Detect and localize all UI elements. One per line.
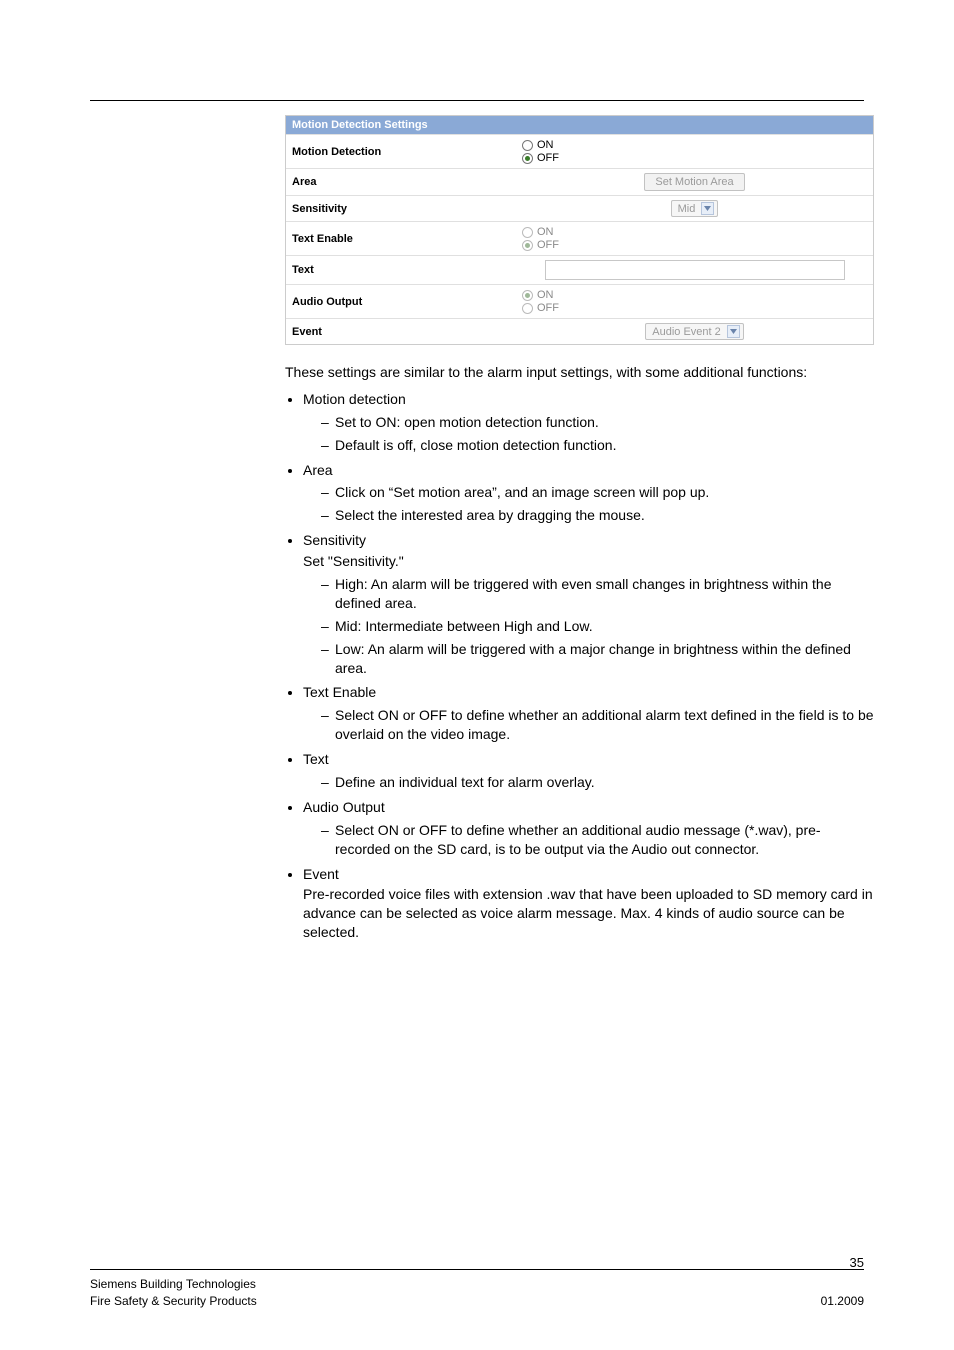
sub-bullet: Select the interested area by dragging t… [321,506,874,525]
row-motion-detection: Motion Detection ON OFF [286,134,873,168]
select-value: Mid [678,203,696,215]
sub-bullet: Low: An alarm will be triggered with a m… [321,640,874,678]
row-sensitivity: Sensitivity Mid [286,195,873,221]
radio-icon [522,140,533,151]
sub-bullet: Mid: Intermediate between High and Low. [321,617,874,636]
footer-left-1: Siemens Building Technologies [90,1276,256,1293]
row-area: Area Set Motion Area [286,168,873,195]
sub-bullet: Default is off, close motion detection f… [321,436,874,455]
radio-label: OFF [537,302,559,314]
radio-label: ON [537,226,554,238]
radio-icon [522,227,533,238]
sub-bullet: Select ON or OFF to define whether an ad… [321,821,874,859]
text-enable-off-radio[interactable]: OFF [522,239,867,251]
panel-title: Motion Detection Settings [286,116,873,134]
sub-bullet: Click on “Set motion area”, and an image… [321,483,874,502]
audio-output-on-radio[interactable]: ON [522,289,867,301]
top-rule [90,100,864,101]
set-motion-area-button[interactable]: Set Motion Area [644,173,744,191]
text-input[interactable] [545,260,845,280]
radio-icon [522,240,533,251]
footer-rule [90,1269,864,1270]
footer-left-2: Fire Safety & Security Products [90,1293,257,1310]
bullet-motion-detection: Motion detection Set to ON: open motion … [303,390,874,455]
page-footer: Siemens Building Technologies Fire Safet… [90,1269,864,1310]
bullet-audio-output: Audio Output Select ON or OFF to define … [303,798,874,859]
row-audio-output: Audio Output ON OFF [286,284,873,318]
sensitivity-select[interactable]: Mid [671,200,719,217]
radio-label: ON [537,289,554,301]
label-area: Area [286,176,516,188]
bullet-title: Audio Output [303,799,385,815]
bullet-text: Text Define an individual text for alarm… [303,750,874,792]
motion-detection-settings-panel: Motion Detection Settings Motion Detecti… [285,115,874,345]
radio-label: OFF [537,152,559,164]
label-audio-output: Audio Output [286,296,516,308]
text-enable-on-radio[interactable]: ON [522,226,867,238]
event-note: Pre-recorded voice files with extension … [303,885,874,942]
label-text-enable: Text Enable [286,233,516,245]
radio-label: ON [537,139,554,151]
label-event: Event [286,326,516,338]
radio-icon [522,303,533,314]
radio-icon [522,153,533,164]
bullet-event: Event Pre-recorded voice files with exte… [303,865,874,943]
label-motion-detection: Motion Detection [286,146,516,158]
sub-bullet: Define an individual text for alarm over… [321,773,874,792]
chevron-down-icon [727,325,740,338]
audio-output-off-radio[interactable]: OFF [522,302,867,314]
footer-right-2: 01.2009 [821,1293,864,1310]
label-text: Text [286,264,516,276]
motion-detection-on-radio[interactable]: ON [522,139,867,151]
bullet-title: Text Enable [303,684,376,700]
label-sensitivity: Sensitivity [286,203,516,215]
page-number: 35 [850,1255,864,1270]
bullet-title: Area [303,462,333,478]
sub-bullet: Set to ON: open motion detection functio… [321,413,874,432]
radio-icon [522,290,533,301]
intro-paragraph: These settings are similar to the alarm … [285,363,874,382]
sensitivity-note: Set "Sensitivity." [303,552,874,571]
sub-bullet: High: An alarm will be triggered with ev… [321,575,874,613]
select-value: Audio Event 2 [652,326,721,338]
radio-label: OFF [537,239,559,251]
bullet-title: Text [303,751,329,767]
chevron-down-icon [701,202,714,215]
sub-bullet: Select ON or OFF to define whether an ad… [321,706,874,744]
body-text: These settings are similar to the alarm … [285,363,874,942]
bullet-title: Sensitivity [303,532,366,548]
row-text-enable: Text Enable ON OFF [286,221,873,255]
bullet-text-enable: Text Enable Select ON or OFF to define w… [303,683,874,744]
row-event: Event Audio Event 2 [286,318,873,344]
event-select[interactable]: Audio Event 2 [645,323,744,340]
bullet-title: Event [303,866,339,882]
bullet-area: Area Click on “Set motion area”, and an … [303,461,874,526]
bullet-sensitivity: Sensitivity Set "Sensitivity." High: An … [303,531,874,677]
motion-detection-off-radio[interactable]: OFF [522,152,867,164]
row-text: Text [286,255,873,284]
bullet-title: Motion detection [303,391,406,407]
